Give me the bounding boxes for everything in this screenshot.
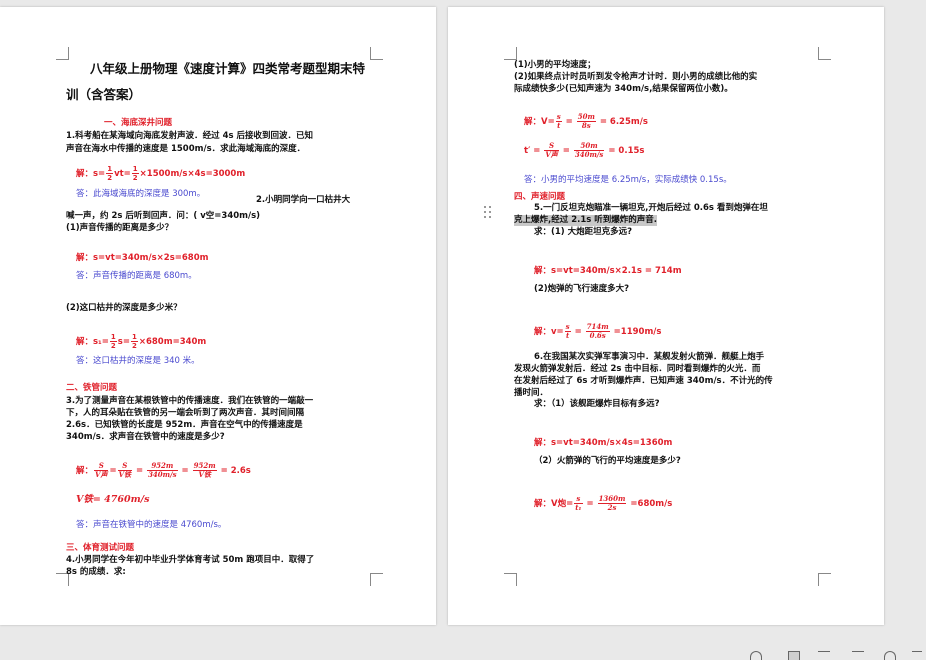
question-text: 340m/s．求声音在铁管中的速度是多少? bbox=[66, 432, 225, 442]
question-text: 5.一门反坦克炮瞄准一辆坦克,开炮后经过 0.6s 看到炮弹在坦 bbox=[534, 203, 768, 213]
solution-result: V铁= 4760m/s bbox=[76, 494, 150, 505]
question-subpart: （2）火箭弹的飞行的平均速度是多少? bbox=[534, 456, 681, 466]
margin-mark bbox=[504, 573, 517, 586]
solution-text: 解：V炮= s t₁ = 1360m 2s =680m/s bbox=[534, 494, 673, 512]
solution-text: 解：s= 1 2 vt= 1 2 ×1500m/s×4s=3000m bbox=[76, 165, 246, 182]
zoom-out-icon[interactable] bbox=[912, 651, 922, 660]
drag-handle-icon[interactable] bbox=[484, 206, 492, 220]
question-subpart: (1)声音传播的距离是多少？ bbox=[66, 223, 174, 233]
page-title-cont: 训（含答案） bbox=[66, 87, 142, 102]
answer-text: 答：声音在铁管中的速度是 4760m/s。 bbox=[76, 520, 227, 530]
question-text: 播时间． bbox=[514, 388, 549, 398]
question-text: 声音在海水中传播的速度是 1500m/s．求此海域海底的深度． bbox=[66, 144, 306, 154]
solution-text: t′ = S V声 = 50m 340m/s = 0.15s bbox=[524, 141, 645, 159]
margin-mark bbox=[56, 47, 69, 60]
question-subpart: (2)炮弹的飞行速度多大? bbox=[534, 284, 630, 294]
question-text: 喊一声，约 2s 后听到回声．问：( v空=340m/s) bbox=[66, 211, 261, 221]
question-text: 在发射后经过了 6s 才听到爆炸声．已知声速 340m/s．不计光的传 bbox=[514, 376, 773, 386]
question-subpart: 求：（1）该舰距爆炸目标有多远? bbox=[534, 399, 660, 409]
solution-text: 解：s=vt=340m/s×2.1s = 714m bbox=[534, 266, 682, 276]
question-subpart: (2)这口枯井的深度是多少米？ bbox=[66, 303, 182, 313]
margin-mark bbox=[818, 573, 831, 586]
solution-text: 解：v= s t = 714m 0.6s =1190m/s bbox=[534, 322, 662, 340]
section-heading: 四、声速问题 bbox=[514, 192, 566, 202]
solution-text: 解：s₁= 1 2 s= 1 2 ×680m=340m bbox=[76, 333, 207, 350]
margin-mark bbox=[370, 573, 383, 586]
question-text: 3.为了测量声音在某根铁管中的传播速度．我们在铁管的一端敲一 bbox=[66, 396, 314, 406]
solution-text: 解：s=vt=340m/s×2s=680m bbox=[76, 253, 209, 263]
question-text: (2)如果终点计时员听到发令枪声才计时．则小男的成绩比他的实 bbox=[514, 72, 758, 82]
margin-mark bbox=[818, 47, 831, 60]
answer-text: 答：此海域海底的深度是 300m。 bbox=[76, 189, 206, 199]
read-mode-icon[interactable] bbox=[852, 651, 864, 660]
answer-text: 答：小男的平均速度是 6.25m/s，实际成绩快 0.15s。 bbox=[524, 175, 732, 185]
margin-mark bbox=[504, 47, 517, 60]
solution-text: 解： S V声 = S V铁 = 952m 340m/s = 952m V铁 = 2.6s bbox=[76, 461, 251, 479]
print-layout-icon[interactable] bbox=[788, 651, 800, 660]
question-text: 2.6s．已知铁管的长度是 952m．声音在空气中的传播速度是 bbox=[66, 420, 303, 430]
answer-text: 答：这口枯井的深度是 340 米。 bbox=[76, 356, 200, 366]
answer-text: 答：声音传播的距离是 680m。 bbox=[76, 271, 197, 281]
section-heading: 三、体育测试问题 bbox=[66, 543, 135, 553]
question-text: 8s 的成绩．求: bbox=[66, 567, 126, 577]
focus-mode-icon[interactable] bbox=[750, 651, 762, 660]
solution-text: 解：V= s t = 50m 8s = 6.25m/s bbox=[524, 112, 648, 130]
document-page-1: 八年级上册物理《速度计算》四类常考题型期末特 训（含答案） 一、海底深井问题 1… bbox=[0, 7, 436, 625]
document-page-2: (1)小男的平均速度； (2)如果终点计时员听到发令枪声才计时．则小男的成绩比他… bbox=[448, 7, 884, 625]
question-text: 4.小男同学在今年初中毕业升学体育考试 50m 跑项目中．取得了 bbox=[66, 555, 315, 565]
solution-text: 解：s=vt=340m/s×4s=1360m bbox=[534, 438, 673, 448]
web-layout-icon[interactable] bbox=[818, 651, 830, 660]
question-text: 2.小明同学向一口枯井大 bbox=[256, 195, 351, 205]
question-text: 1.科考船在某海域向海底发射声波．经过 4s 后接收到回波．已知 bbox=[66, 131, 314, 141]
question-text: 际成绩快多少(已知声速为 340m/s,结果保留两位小数)。 bbox=[514, 84, 733, 94]
question-subpart: 求：(1) 大炮距坦克多远? bbox=[534, 227, 633, 237]
margin-mark bbox=[370, 47, 383, 60]
page-title: 八年级上册物理《速度计算》四类常考题型期末特 bbox=[90, 61, 366, 76]
globe-icon[interactable] bbox=[884, 651, 896, 660]
section-heading: 一、海底深井问题 bbox=[104, 118, 173, 128]
question-subpart: (1)小男的平均速度； bbox=[514, 60, 596, 70]
question-text-selected[interactable]: 克上爆炸,经过 2.1s 听到爆炸的声音. bbox=[514, 215, 657, 226]
question-text: 发现火箭弹发射后．经过 2s 击中目标．同时看到爆炸的火光．而 bbox=[514, 364, 761, 374]
section-heading: 二、铁管问题 bbox=[66, 383, 118, 393]
question-text: 下，人的耳朵贴在铁管的另一端会听到了两次声音．其时间间隔 bbox=[66, 408, 305, 418]
question-text: 6.在我国某次实弹军事演习中．某舰发射火箭弹．舰艇上炮手 bbox=[534, 352, 765, 362]
